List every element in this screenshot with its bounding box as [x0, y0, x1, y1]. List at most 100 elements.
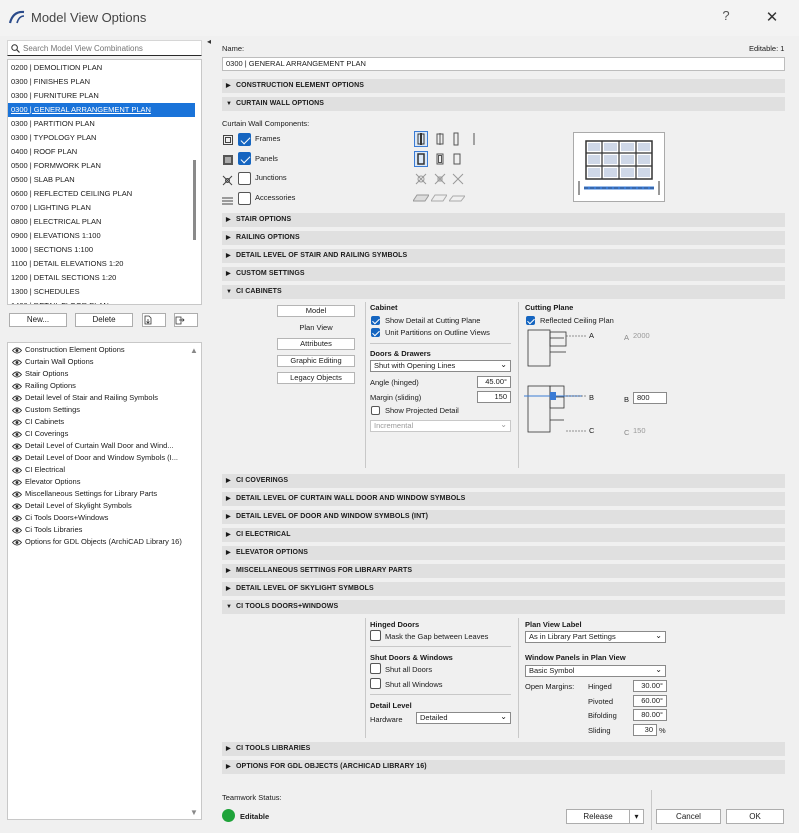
- angle-input[interactable]: 45.00°: [477, 376, 511, 388]
- section-skylight[interactable]: ▶ DETAIL LEVEL OF SKYLIGHT SYMBOLS: [222, 582, 785, 596]
- combination-item[interactable]: 0900 | ELEVATIONS 1:100: [8, 229, 195, 243]
- cabinet-nav-graphic-editing[interactable]: Graphic Editing: [277, 355, 355, 367]
- a-input[interactable]: 2000: [633, 331, 667, 343]
- section-elevator-options[interactable]: ▶ ELEVATOR OPTIONS: [222, 546, 785, 560]
- cabinet-nav-model[interactable]: Model: [277, 305, 355, 317]
- combination-item[interactable]: 0700 | LIGHTING PLAN: [8, 201, 195, 215]
- show-projected-checkbox[interactable]: [371, 406, 380, 415]
- combination-item[interactable]: 0300 | PARTITION PLAN: [8, 117, 195, 131]
- junction-style-a-icon[interactable]: [414, 172, 428, 186]
- unit-partitions-checkbox[interactable]: [371, 328, 380, 337]
- options-scroll-down-icon[interactable]: ▼: [190, 808, 198, 817]
- shut-windows-checkbox[interactable]: [370, 678, 381, 689]
- options-scroll-up-icon[interactable]: ▲: [190, 346, 198, 355]
- section-custom-settings[interactable]: ▶ CUSTOM SETTINGS: [222, 267, 785, 281]
- option-set-item[interactable]: Stair Options: [12, 368, 68, 380]
- collapse-arrow-icon[interactable]: ◂: [207, 37, 213, 46]
- reflected-ceiling-checkbox[interactable]: [526, 316, 535, 325]
- combination-item[interactable]: 0600 | REFLECTED CEILING PLAN: [8, 187, 195, 201]
- help-button[interactable]: ?: [715, 8, 737, 28]
- show-detail-checkbox[interactable]: [371, 316, 380, 325]
- option-set-item[interactable]: Curtain Wall Options: [12, 356, 94, 368]
- option-set-item[interactable]: Elevator Options: [12, 476, 80, 488]
- option-set-item[interactable]: Custom Settings: [12, 404, 80, 416]
- combination-item[interactable]: 0300 | FURNITURE PLAN: [8, 89, 195, 103]
- option-set-list[interactable]: Construction Element Options Curtain Wall…: [7, 342, 202, 820]
- section-stair-railing-detail[interactable]: ▶ DETAIL LEVEL OF STAIR AND RAILING SYMBO…: [222, 249, 785, 263]
- combination-item[interactable]: 1100 | DETAIL ELEVATIONS 1:20: [8, 257, 195, 271]
- section-misc-settings[interactable]: ▶ MISCELLANEOUS SETTINGS FOR LIBRARY PART…: [222, 564, 785, 578]
- cancel-button[interactable]: Cancel: [656, 809, 721, 824]
- delete-button[interactable]: Delete: [75, 313, 133, 327]
- bifolding-input[interactable]: 80.00°: [633, 709, 667, 721]
- option-set-item[interactable]: Ci Tools Doors+Windows: [12, 512, 108, 524]
- pivoted-input[interactable]: 60.00°: [633, 695, 667, 707]
- section-curtain-wall-options[interactable]: ▼ CURTAIN WALL OPTIONS: [222, 97, 785, 111]
- combination-item[interactable]: 1400 | DETAIL FLOOR PLAN: [8, 299, 195, 304]
- shut-doors-checkbox[interactable]: [370, 663, 381, 674]
- release-button[interactable]: Release: [566, 809, 630, 824]
- b-input[interactable]: 800: [633, 392, 667, 404]
- option-set-item[interactable]: CI Electrical: [12, 464, 65, 476]
- section-ci-coverings[interactable]: ▶ CI COVERINGS: [222, 474, 785, 488]
- section-ci-tools-doors[interactable]: ▼ CI TOOLS DOORS+WINDOWS: [222, 600, 785, 614]
- mask-gap-checkbox[interactable]: [370, 630, 381, 641]
- accessories-checkbox[interactable]: [238, 192, 251, 205]
- combination-list[interactable]: 0200 | DEMOLITION PLAN 0300 | FINISHES PL…: [7, 59, 202, 305]
- combination-item[interactable]: 0200 | DEMOLITION PLAN: [8, 61, 195, 75]
- cabinet-nav-attributes[interactable]: Attributes: [277, 338, 355, 350]
- c-input[interactable]: 150: [633, 426, 667, 438]
- option-set-item[interactable]: CI Cabinets: [12, 416, 64, 428]
- option-set-item[interactable]: Options for GDL Objects (ArchiCAD Librar…: [12, 536, 182, 548]
- section-ci-cabinets[interactable]: ▼ CI CABINETS: [222, 285, 785, 299]
- accessory-style-b-icon[interactable]: [431, 194, 447, 202]
- option-set-item[interactable]: Detail Level of Skylight Symbols: [12, 500, 132, 512]
- sliding-input[interactable]: 30: [633, 724, 657, 736]
- combination-item[interactable]: 0300 | TYPOLOGY PLAN: [8, 131, 195, 145]
- section-stair-options[interactable]: ▶ STAIR OPTIONS: [222, 213, 785, 227]
- export-button[interactable]: [174, 313, 198, 327]
- hinged-input[interactable]: 30.00°: [633, 680, 667, 692]
- option-set-item[interactable]: Detail Level of Curtain Wall Door and Wi…: [12, 440, 174, 452]
- new-button[interactable]: New...: [9, 313, 67, 327]
- search-input[interactable]: [23, 43, 199, 54]
- combination-item[interactable]: 0800 | ELECTRICAL PLAN: [8, 215, 195, 229]
- cabinet-nav-plan-view[interactable]: Plan View: [277, 322, 355, 334]
- combination-item[interactable]: 0500 | SLAB PLAN: [8, 173, 195, 187]
- combination-item[interactable]: 0500 | FORMWORK PLAN: [8, 159, 195, 173]
- accessory-style-c-icon[interactable]: [449, 194, 465, 202]
- option-set-item[interactable]: Ci Tools Libraries: [12, 524, 82, 536]
- combination-item[interactable]: 0300 | FINISHES PLAN: [8, 75, 195, 89]
- accessory-style-a-icon[interactable]: [413, 194, 429, 202]
- incremental-dropdown[interactable]: Incremental ⌄: [370, 420, 511, 432]
- window-panels-dropdown[interactable]: Basic Symbol ⌄: [525, 665, 666, 677]
- option-set-item[interactable]: Detail level of Stair and Railing Symbol…: [12, 392, 158, 404]
- name-field[interactable]: 0300 | GENERAL ARRANGEMENT PLAN: [222, 57, 785, 71]
- section-railing-options[interactable]: ▶ RAILING OPTIONS: [222, 231, 785, 245]
- release-dropdown-button[interactable]: ▾: [629, 809, 644, 824]
- combination-item[interactable]: 1300 | SCHEDULES: [8, 285, 195, 299]
- panel-style-simple-icon[interactable]: [434, 152, 446, 166]
- close-button[interactable]: ✕: [760, 8, 784, 28]
- panel-style-detailed-icon[interactable]: [414, 151, 428, 167]
- cabinet-nav-legacy-objects[interactable]: Legacy Objects: [277, 372, 355, 384]
- door-mode-dropdown[interactable]: Shut with Opening Lines ⌄: [370, 360, 511, 372]
- frames-checkbox[interactable]: [238, 133, 251, 146]
- junctions-checkbox[interactable]: [238, 172, 251, 185]
- hardware-dropdown[interactable]: Detailed ⌄: [416, 712, 511, 724]
- section-gdl-objects[interactable]: ▶ OPTIONS FOR GDL OBJECTS (ARCHICAD LIBRA…: [222, 760, 785, 774]
- combination-item[interactable]: 1000 | SECTIONS 1:100: [8, 243, 195, 257]
- option-set-item[interactable]: Miscellaneous Settings for Library Parts: [12, 488, 157, 500]
- margin-input[interactable]: 150: [477, 391, 511, 403]
- option-set-item[interactable]: Detail Level of Door and Window Symbols …: [12, 452, 178, 464]
- import-button[interactable]: [142, 313, 166, 327]
- junction-style-c-icon[interactable]: [451, 172, 465, 186]
- frame-style-detailed-icon[interactable]: [414, 131, 428, 147]
- option-set-item[interactable]: Railing Options: [12, 380, 76, 392]
- combination-list-scrollbar[interactable]: [193, 160, 196, 240]
- combination-item[interactable]: 1200 | DETAIL SECTIONS 1:20: [8, 271, 195, 285]
- junction-style-b-icon[interactable]: [433, 172, 447, 186]
- section-construction-element-options[interactable]: ▶ CONSTRUCTION ELEMENT OPTIONS: [222, 79, 785, 93]
- panels-checkbox[interactable]: [238, 152, 251, 165]
- section-ci-electrical[interactable]: ▶ CI ELECTRICAL: [222, 528, 785, 542]
